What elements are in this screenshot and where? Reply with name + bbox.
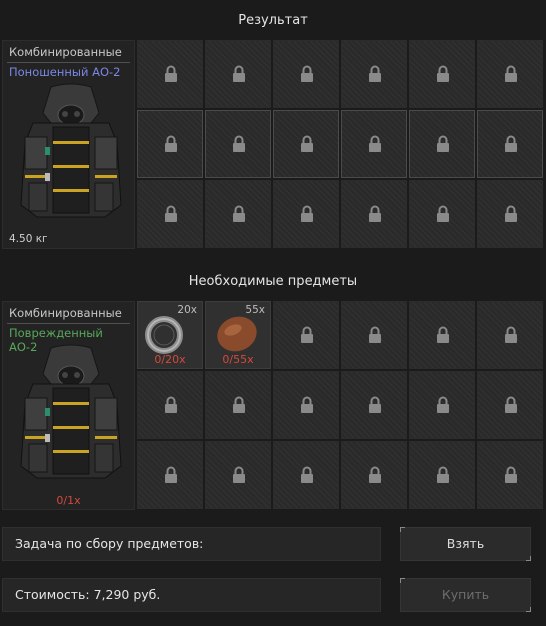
lock-icon	[505, 466, 517, 483]
result-title: Результат	[238, 13, 308, 28]
cost-bar: Стоимость: 7,290 руб.	[2, 578, 381, 612]
lock-icon	[301, 135, 313, 152]
locked-slot	[341, 371, 407, 439]
material-slot[interactable]: 55х 0/55х	[205, 301, 271, 369]
material-have: 0/55х	[222, 353, 254, 366]
locked-slot	[341, 40, 407, 108]
armor-suit-icon	[20, 83, 122, 218]
locked-slot	[205, 40, 271, 108]
locked-slot	[409, 110, 475, 178]
locked-slot	[205, 441, 271, 509]
cost-label: Стоимость: 7,290 руб.	[15, 587, 161, 602]
required-item-count: 0/1х	[56, 494, 81, 507]
locked-slot	[409, 301, 475, 369]
leather-hide-icon	[217, 316, 257, 352]
lock-icon	[505, 396, 517, 413]
locked-slot	[273, 301, 339, 369]
lock-icon	[369, 205, 381, 222]
locked-slot	[137, 40, 203, 108]
locked-slot	[137, 371, 203, 439]
locked-slot	[205, 110, 271, 178]
lock-icon	[233, 135, 245, 152]
locked-slot	[341, 180, 407, 248]
locked-slot	[409, 40, 475, 108]
lock-icon	[301, 396, 313, 413]
locked-slot	[477, 371, 543, 439]
lock-icon	[437, 205, 449, 222]
locked-slot	[137, 180, 203, 248]
lock-icon	[165, 205, 177, 222]
lock-icon	[505, 326, 517, 343]
lock-icon	[505, 205, 517, 222]
lock-icon	[301, 466, 313, 483]
required-title: Необходимые предметы	[188, 274, 358, 289]
locked-slot	[137, 110, 203, 178]
ring-icon	[145, 316, 183, 354]
locked-slot	[477, 441, 543, 509]
locked-slot	[205, 371, 271, 439]
locked-slot	[273, 441, 339, 509]
lock-icon	[369, 65, 381, 82]
locked-slot	[477, 110, 543, 178]
lock-icon	[233, 65, 245, 82]
locked-slot	[273, 180, 339, 248]
lock-icon	[369, 466, 381, 483]
lock-icon	[165, 65, 177, 82]
lock-icon	[437, 396, 449, 413]
lock-icon	[165, 135, 177, 152]
lock-icon	[505, 65, 517, 82]
lock-icon	[369, 135, 381, 152]
lock-icon	[437, 466, 449, 483]
result-item-weight: 4.50 кг	[9, 233, 48, 245]
result-item-name: Поношенный АО-2	[9, 65, 121, 79]
lock-icon	[233, 466, 245, 483]
locked-slot	[477, 301, 543, 369]
lock-icon	[369, 396, 381, 413]
locked-slot	[409, 180, 475, 248]
result-slot-grid	[137, 40, 544, 249]
locked-slot	[273, 110, 339, 178]
locked-slot	[341, 110, 407, 178]
lock-icon	[301, 205, 313, 222]
buy-button[interactable]: Купить	[400, 578, 531, 612]
task-bar: Задача по сбору предметов:	[2, 527, 381, 561]
required-item-card[interactable]: Комбинированные Поврежденный АО-2 0/1х	[2, 301, 135, 510]
material-have: 0/20х	[154, 353, 186, 366]
buy-button-label: Купить	[441, 587, 490, 602]
required-item-category: Комбинированные	[9, 306, 122, 320]
locked-slot	[477, 180, 543, 248]
locked-slot	[273, 371, 339, 439]
lock-icon	[233, 396, 245, 413]
material-slot[interactable]: 20х 0/20х	[137, 301, 203, 369]
task-label: Задача по сбору предметов:	[15, 536, 204, 551]
take-button[interactable]: Взять	[400, 527, 531, 561]
locked-slot	[273, 40, 339, 108]
take-button-label: Взять	[446, 536, 485, 551]
locked-slot	[409, 441, 475, 509]
lock-icon	[301, 65, 313, 82]
lock-icon	[233, 205, 245, 222]
lock-icon	[437, 65, 449, 82]
lock-icon	[437, 326, 449, 343]
locked-slot	[137, 441, 203, 509]
lock-icon	[369, 326, 381, 343]
locked-slot	[409, 371, 475, 439]
locked-slot	[205, 180, 271, 248]
locked-slot	[341, 441, 407, 509]
lock-icon	[165, 396, 177, 413]
result-item-card[interactable]: Комбинированные Поношенный АО-2 4.50 кг	[2, 40, 135, 249]
locked-slot	[341, 301, 407, 369]
lock-icon	[505, 135, 517, 152]
required-slot-grid: 20х 0/20х 55х 0/55х	[137, 301, 544, 510]
lock-icon	[301, 326, 313, 343]
result-item-category: Комбинированные	[9, 45, 122, 59]
lock-icon	[165, 466, 177, 483]
armor-suit-icon	[20, 344, 122, 479]
lock-icon	[437, 135, 449, 152]
locked-slot	[477, 40, 543, 108]
